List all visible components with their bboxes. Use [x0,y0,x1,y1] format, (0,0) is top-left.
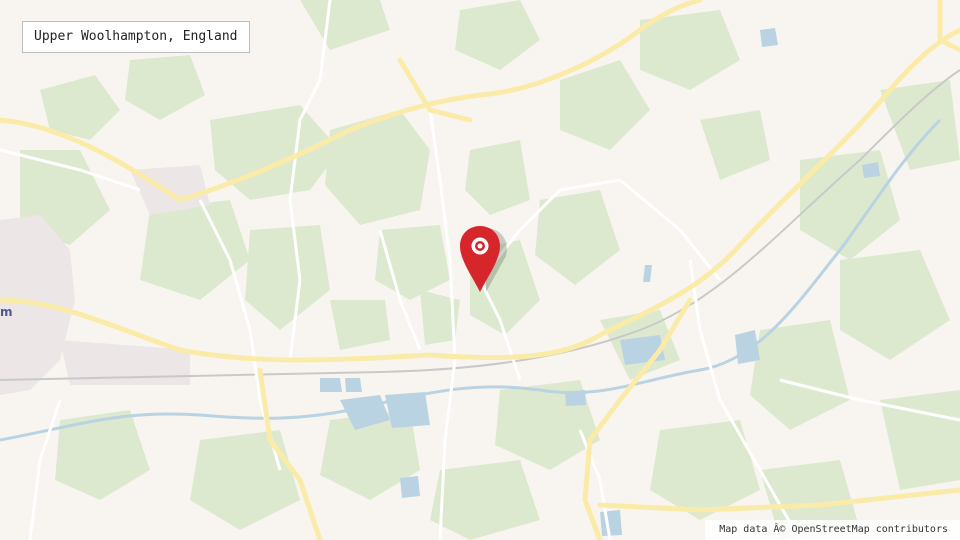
location-label: Upper Woolhampton, England [22,21,250,53]
map-attribution: Map data Â© OpenStreetMap contributors [705,520,960,540]
town-label-fragment: m [0,305,13,319]
map-canvas[interactable] [0,0,960,540]
